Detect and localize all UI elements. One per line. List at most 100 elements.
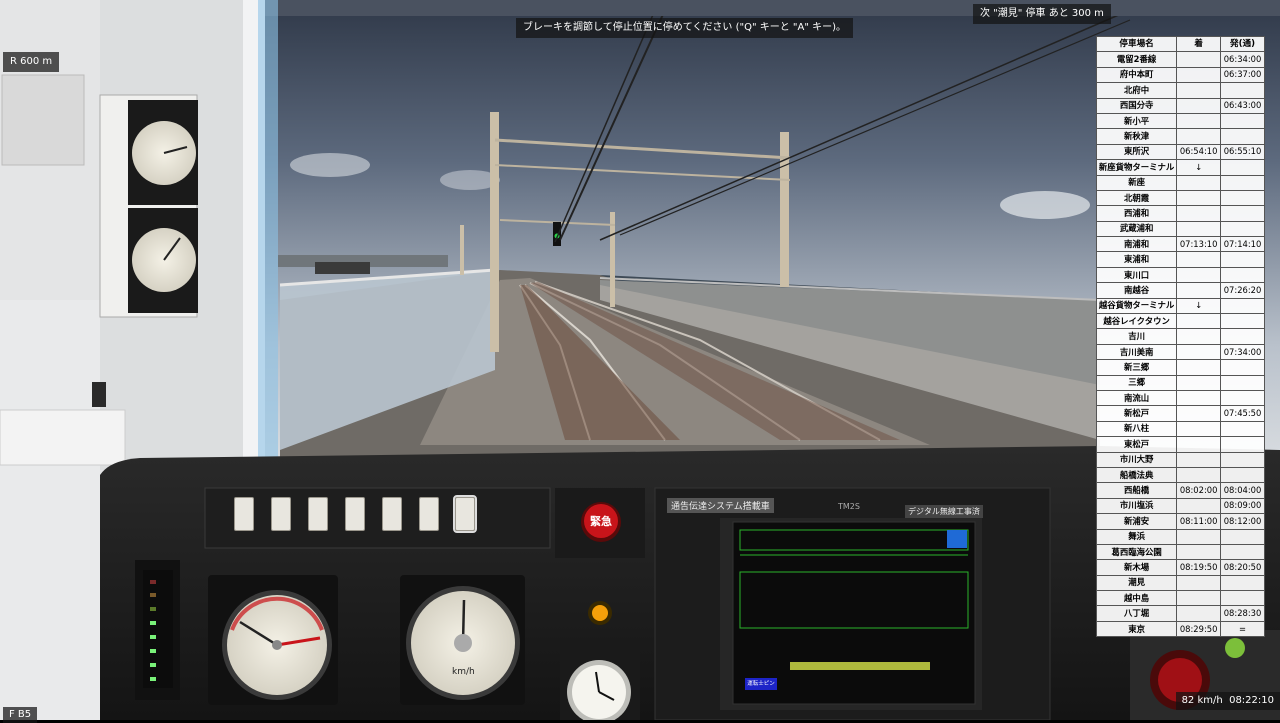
departure-time: = (1220, 620, 1265, 638)
timetable-row: 新松戸 07:45:50 (1095, 405, 1265, 422)
departure-time (1220, 313, 1265, 330)
departure-time (1220, 189, 1265, 207)
station-name: 新八柱 (1095, 420, 1178, 438)
station-name: 市川大野 (1095, 451, 1178, 468)
speedometer (406, 586, 520, 700)
timetable-row: 新浦安 08:11:00 08:12:00 (1095, 513, 1265, 530)
departure-time (1220, 574, 1265, 592)
arrival-time (1176, 436, 1222, 453)
timetable-row: 東京 08:29:50 = (1095, 620, 1265, 638)
arrival-time (1176, 328, 1222, 345)
timetable-row: 新小平 (1095, 112, 1265, 130)
timetable-row: 八丁堀 08:28:30 (1095, 605, 1265, 622)
departure-time (1220, 328, 1265, 345)
departure-time: 07:45:50 (1220, 405, 1265, 422)
timetable-row: 葛西臨海公園 (1095, 543, 1265, 561)
timetable-row: 新座貨物ターミナル ↓ (1095, 159, 1265, 176)
panel-switch-1[interactable] (234, 497, 254, 531)
station-name: 舞浜 (1095, 528, 1178, 545)
next-stop-readout: 次 "潮見" 停車 あと 300 m (973, 4, 1111, 24)
timetable-body: 電留2番線 06:34:00 府中本町 06:37:00 北府中 西国分寺 06:43:00… (1095, 51, 1265, 638)
notification-system-label: 通告伝達システム搭載車 (667, 498, 774, 513)
arrival-time (1176, 66, 1222, 84)
departure-time (1220, 297, 1265, 315)
departure-time: 07:34:00 (1220, 343, 1265, 361)
speed-clock-readout: 82 km/h 08:22:10 (1175, 692, 1280, 710)
station-name: 武蔵浦和 (1095, 220, 1178, 238)
arrival-time (1176, 405, 1222, 422)
departure-time (1220, 159, 1265, 176)
timetable-row: 三郷 (1095, 374, 1265, 391)
station-name: 新木場 (1095, 559, 1178, 576)
timetable-row: 新八柱 (1095, 420, 1265, 438)
arrival-time: 07:13:10 (1176, 236, 1222, 253)
header-station: 停車場名 (1095, 35, 1178, 53)
timetable-row: 南浦和 07:13:10 07:14:10 (1095, 236, 1265, 253)
station-name: 八丁堀 (1095, 605, 1178, 622)
departure-time: 08:20:50 (1220, 559, 1265, 576)
departure-time (1220, 389, 1265, 407)
timetable-row: 西船橋 08:02:00 08:04:00 (1095, 482, 1265, 499)
station-name: 東浦和 (1095, 251, 1178, 268)
indicator-lamp-glow (592, 605, 608, 621)
timetable-row: 南越谷 07:26:20 (1095, 282, 1265, 299)
departure-time: 08:09:00 (1220, 497, 1265, 515)
station-name: 府中本町 (1095, 66, 1178, 84)
departure-time (1220, 220, 1265, 238)
arrival-time (1176, 220, 1222, 238)
departure-time (1220, 451, 1265, 468)
timetable-row: 南流山 (1095, 389, 1265, 407)
station-name: 東川口 (1095, 266, 1178, 284)
timetable-row: 東所沢 06:54:10 06:55:10 (1095, 143, 1265, 161)
monitor-corner-indicator (947, 530, 967, 548)
station-name: 西国分寺 (1095, 97, 1178, 114)
station-name: 南流山 (1095, 389, 1178, 407)
arrival-time: 06:54:10 (1176, 143, 1222, 161)
station-name: 北朝霞 (1095, 189, 1178, 207)
panel-switch-7[interactable] (453, 495, 477, 533)
station-name: 電留2番線 (1095, 51, 1178, 68)
pressure-gauge (222, 590, 332, 700)
timetable-row: 東川口 (1095, 266, 1265, 284)
station-name: 新秋津 (1095, 128, 1178, 145)
arrival-time (1176, 266, 1222, 284)
station-name: 吉川 (1095, 328, 1178, 345)
departure-time: 07:26:20 (1220, 282, 1265, 299)
arrival-time (1176, 574, 1222, 592)
station-name: 東松戸 (1095, 436, 1178, 453)
station-name: 新松戸 (1095, 405, 1178, 422)
arrival-time (1176, 497, 1222, 515)
timetable-row: 西浦和 (1095, 205, 1265, 222)
departure-time (1220, 128, 1265, 145)
monitor-driver-button[interactable]: 運転士ピン (745, 678, 777, 690)
departure-time (1220, 528, 1265, 545)
station-name: 葛西臨海公園 (1095, 543, 1178, 561)
timetable-row: 市川大野 (1095, 451, 1265, 468)
station-name: 西浦和 (1095, 205, 1178, 222)
timetable-row: 新三郷 (1095, 359, 1265, 376)
departure-time: 06:37:00 (1220, 66, 1265, 84)
panel-switch-6[interactable] (419, 497, 439, 531)
arrival-time (1176, 420, 1222, 438)
panel-switch-2[interactable] (271, 497, 291, 531)
panel-switch-3[interactable] (308, 497, 328, 531)
arrival-time (1176, 51, 1222, 68)
station-name: 市川塩浜 (1095, 497, 1178, 515)
station-name: 新座 (1095, 174, 1178, 191)
departure-time: 06:55:10 (1220, 143, 1265, 161)
arrival-time (1176, 189, 1222, 207)
station-name: 東京 (1095, 620, 1178, 638)
panel-switch-5[interactable] (382, 497, 402, 531)
panel-switch-4[interactable] (345, 497, 365, 531)
arrival-time: 08:29:50 (1176, 620, 1222, 638)
timetable-row: 舞浜 (1095, 528, 1265, 545)
station-name: 新座貨物ターミナル (1095, 159, 1178, 176)
timetable-row: 西国分寺 06:43:00 (1095, 97, 1265, 114)
station-name: 西船橋 (1095, 482, 1178, 499)
clock-readout: 08:22:10 (1229, 695, 1274, 706)
station-name: 吉川美南 (1095, 343, 1178, 361)
wall-pressure-gauges (99, 94, 198, 318)
cab-clock (560, 640, 640, 720)
arrival-time (1176, 359, 1222, 376)
arrival-time (1176, 82, 1222, 99)
